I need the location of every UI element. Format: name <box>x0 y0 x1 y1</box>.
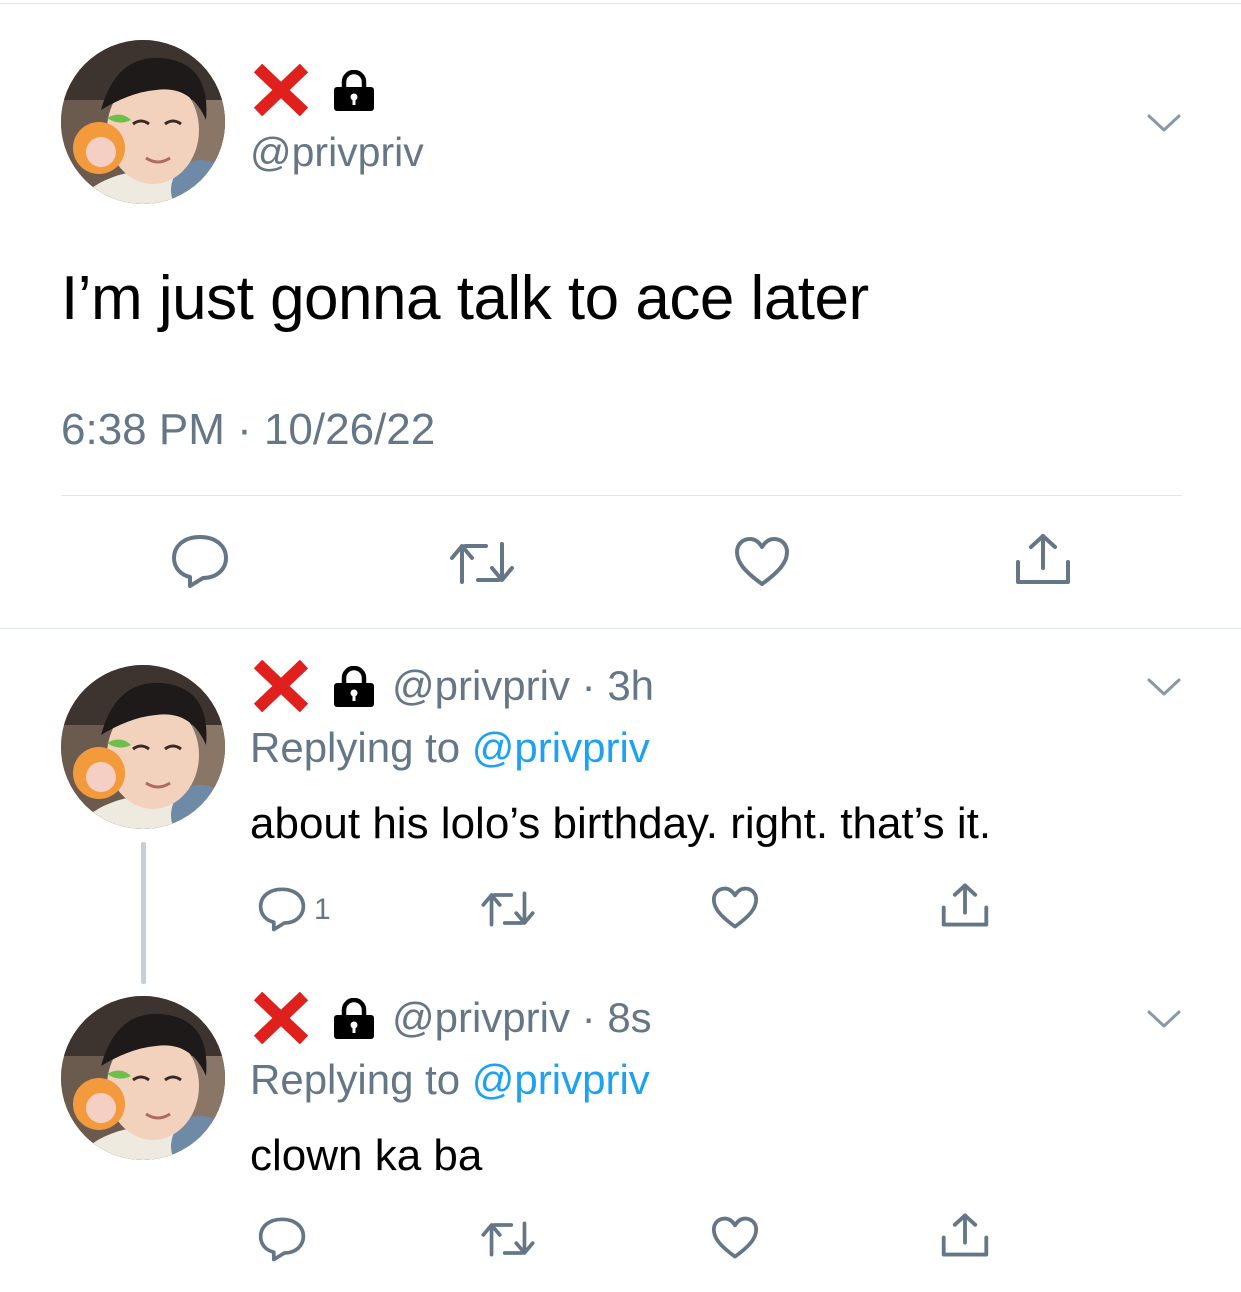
tweet-text: I’m just gonna talk to ace later <box>61 264 869 333</box>
retweet-icon <box>481 1221 535 1257</box>
heart-icon <box>711 1216 759 1259</box>
reply-button[interactable] <box>257 886 307 932</box>
heart-icon <box>735 537 789 586</box>
chevron-down-icon[interactable] <box>1146 112 1182 134</box>
author-handle[interactable]: @privpriv <box>392 662 570 709</box>
thread-line <box>141 842 146 984</box>
cross-mark-icon <box>253 660 309 712</box>
reply-count: 1 <box>314 893 331 926</box>
replying-to-label: Replying to <box>250 724 472 771</box>
relative-time[interactable]: · 3h <box>582 662 654 709</box>
replying-to-label: Replying to <box>250 1056 472 1103</box>
reply-header: @privpriv · 3h <box>392 660 654 712</box>
lock-icon <box>334 666 374 707</box>
retweet-button[interactable] <box>448 538 516 588</box>
retweet-button[interactable] <box>480 1218 536 1260</box>
heart-icon <box>711 886 759 929</box>
cross-mark-icon <box>253 992 309 1044</box>
reply-icon <box>258 887 306 932</box>
share-icon <box>1016 534 1070 584</box>
like-button[interactable] <box>711 1216 759 1260</box>
avatar[interactable] <box>61 996 225 1160</box>
lock-icon <box>334 70 374 111</box>
replying-to: Replying to @privpriv <box>250 1054 650 1106</box>
reply-icon <box>172 535 228 588</box>
retweet-icon <box>481 891 535 927</box>
reply-header: @privpriv · 8s <box>392 992 652 1044</box>
author-handle[interactable]: @privpriv <box>250 126 424 178</box>
tweet-timestamp[interactable]: 6:38 PM · 10/26/22 <box>61 402 435 458</box>
share-button[interactable] <box>1014 532 1072 586</box>
avatar[interactable] <box>61 665 225 829</box>
lock-icon <box>334 998 374 1039</box>
retweet-icon <box>450 542 514 584</box>
reply-icon <box>258 1217 306 1262</box>
tweet-text: clown ka ba <box>250 1131 483 1180</box>
avatar[interactable] <box>61 40 225 204</box>
relative-time[interactable]: · 8s <box>582 994 652 1041</box>
author-handle[interactable]: @privpriv <box>392 994 570 1041</box>
chevron-down-icon[interactable] <box>1146 1008 1182 1030</box>
divider <box>61 495 1182 496</box>
share-icon <box>941 1213 989 1257</box>
section-divider <box>0 628 1241 629</box>
replying-to: Replying to @privpriv <box>250 722 650 774</box>
reply-button[interactable] <box>257 1216 307 1262</box>
chevron-down-icon[interactable] <box>1146 676 1182 698</box>
replying-to-mention[interactable]: @privpriv <box>472 1056 650 1103</box>
like-button[interactable] <box>734 536 790 588</box>
reply-button[interactable] <box>170 533 230 589</box>
replying-to-mention[interactable]: @privpriv <box>472 724 650 771</box>
share-button[interactable] <box>940 882 990 928</box>
like-button[interactable] <box>711 886 759 930</box>
share-icon <box>941 883 989 927</box>
top-border <box>0 3 1241 4</box>
tweet-text: about his lolo’s birthday. right. that’s… <box>250 799 992 848</box>
cross-mark-icon <box>253 64 309 116</box>
share-button[interactable] <box>940 1212 990 1258</box>
retweet-button[interactable] <box>480 888 536 930</box>
